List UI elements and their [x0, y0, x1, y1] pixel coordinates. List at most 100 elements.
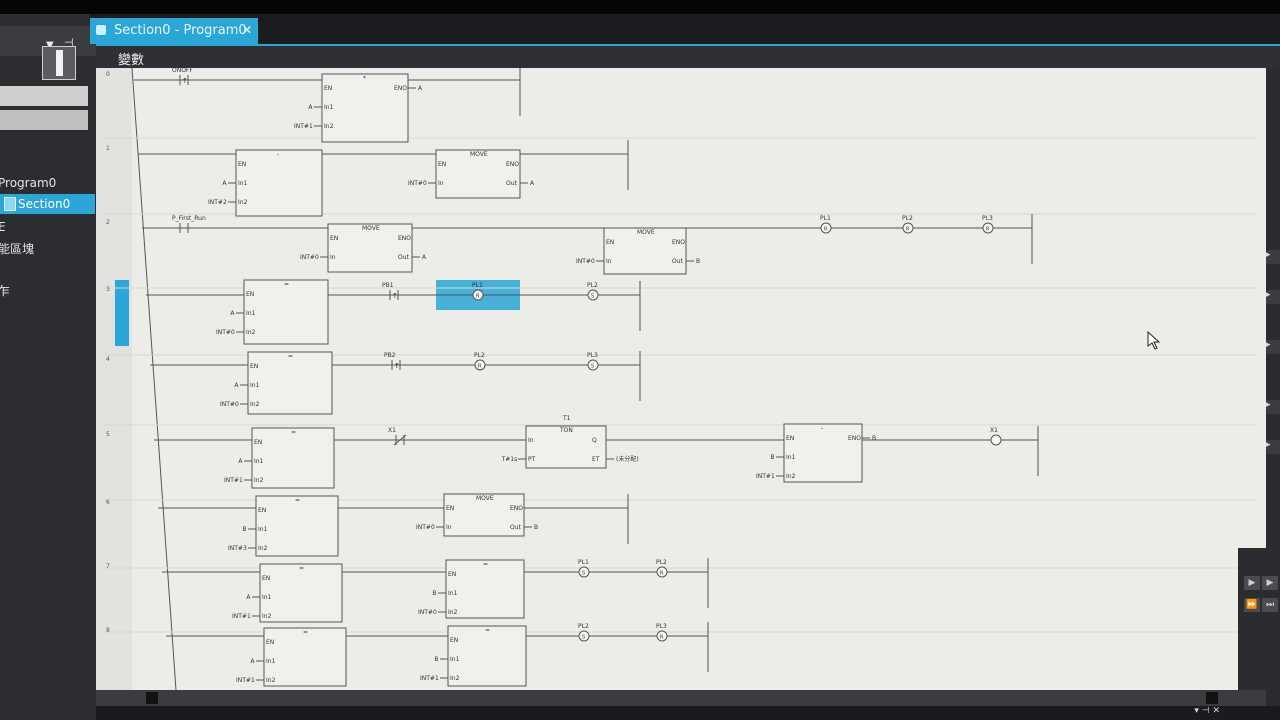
- rung-2-coil-1-mark: R: [906, 227, 910, 233]
- rung-8-block-1-pin: In1: [450, 656, 460, 663]
- rung-2-block-0-out: Out: [398, 254, 410, 261]
- rung-2-block-1-title: MOVE: [637, 229, 655, 236]
- tree-item-section0[interactable]: Section0: [18, 197, 70, 211]
- rung-0-block-0-arg: A: [308, 104, 313, 111]
- dock-tab[interactable]: ▸: [1266, 440, 1280, 454]
- rung-6-block-1-out: ENO: [510, 505, 523, 512]
- rung-7-block-1: [445, 559, 525, 619]
- play-icon[interactable]: ▶: [1244, 576, 1260, 590]
- tree-filter[interactable]: [0, 110, 88, 130]
- rung-8-block-1-pin: EN: [450, 637, 458, 644]
- rung-1-block-0-arg: INT#2: [208, 199, 227, 206]
- rung-6-block-1-result: B: [534, 524, 538, 531]
- rung-3-coil-1-mark: S: [591, 294, 594, 300]
- rung-5-block-0-arg: INT#1: [224, 477, 243, 484]
- rung-5-block-2-pin: In1: [786, 454, 796, 461]
- mouse-cursor-icon: [1147, 330, 1161, 350]
- rung-8-block-0: [263, 627, 347, 687]
- left-power-rail: [131, 68, 177, 690]
- title-bar: [0, 0, 1280, 14]
- step-icon[interactable]: ▶: [1262, 576, 1278, 590]
- variables-bar: 變數: [96, 44, 1280, 70]
- tree-item-task[interactable]: 乍: [0, 282, 10, 299]
- rung-1-block-1-out: Out: [506, 180, 518, 187]
- rung-4-contact-0-edge-mark: ↑: [394, 362, 400, 370]
- rung-8-block-1: [447, 625, 527, 687]
- rung-3-contact-0-edge-mark: ↑: [392, 292, 398, 300]
- rung-5-block-1-pin: In: [528, 437, 534, 444]
- horizontal-scrollbar[interactable]: [96, 690, 1266, 706]
- tab-section0-program0[interactable]: Section0 - Program0 ✕: [90, 18, 258, 44]
- rung-2-block-1-result: B: [696, 258, 700, 265]
- rung-7-coil-1-label: PL2: [656, 559, 667, 566]
- rung-0-block-0-pin: EN: [324, 85, 332, 92]
- rung-1-block-1-title: MOVE: [470, 151, 488, 158]
- scroll-right-button[interactable]: [1206, 692, 1218, 704]
- rung-8-block-0-arg: A: [250, 658, 255, 665]
- rung-8-block-0-pin: In1: [266, 658, 276, 665]
- rung-5-block-2-pin: EN: [786, 435, 794, 442]
- rung-6-block-1-arg: INT#0: [416, 524, 435, 531]
- rung-6-block-0-title: =: [295, 497, 300, 504]
- rung-8-block-0-pin: In2: [266, 677, 276, 684]
- tree-item-function-block[interactable]: 能區塊: [0, 240, 34, 257]
- rung-6-block-0: [255, 495, 339, 557]
- rung-7-coil-0-label: PL1: [578, 559, 589, 566]
- rung-7-block-0-pin: EN: [262, 575, 270, 582]
- rung-7-block-0-arg: INT#1: [232, 613, 251, 620]
- rung-4-block-0: [247, 351, 333, 415]
- rung-4-contact-0-label: PB2: [384, 352, 396, 359]
- rung-3-block-0-title: =: [284, 281, 289, 288]
- rung-5-block-1-out: ET: [592, 456, 600, 463]
- dock-tab[interactable]: ▸: [1266, 340, 1280, 354]
- panel-icon: [56, 50, 63, 76]
- rung-2-block-1-pin: EN: [606, 239, 614, 246]
- rung-7-block-0-arg: A: [246, 594, 251, 601]
- dock-tab[interactable]: ▸: [1266, 400, 1280, 414]
- rung-4-block-0-pin: In2: [250, 401, 260, 408]
- scroll-left-button[interactable]: [146, 692, 158, 704]
- skip-icon[interactable]: ⏭: [1262, 598, 1278, 612]
- rung-8-block-1-title: =: [485, 627, 490, 634]
- rung-5-block-1-title: TON: [559, 427, 573, 434]
- rung-4-coil-1-label: PL3: [587, 352, 598, 359]
- rung-2-block-0-pin: In: [330, 254, 336, 261]
- variables-toggle[interactable]: 變數: [118, 49, 144, 68]
- rung-1-block-0-pin: In2: [238, 199, 248, 206]
- ladder-svg[interactable]: 0*ENIn1AIn2INT#1ENO A↑ONOFF1-ENIn1AIn2INT…: [96, 68, 1266, 690]
- rung-4-block-0-pin: EN: [250, 363, 258, 370]
- rung-7-block-1-pin: EN: [448, 571, 456, 578]
- tree-item-e[interactable]: E: [0, 220, 6, 234]
- rung-2-block-1-out: ENO: [672, 239, 685, 246]
- rung-2-block-1-out: Out: [672, 258, 684, 265]
- tree-item-program0[interactable]: Program0: [0, 176, 56, 190]
- project-tree-panel: ▼ ⊣ Program0 Section0 E 能區塊 乍: [0, 14, 96, 720]
- rung-4-block-0-arg: A: [234, 382, 239, 389]
- rung-2-contact-0-label: P_First_Run: [172, 215, 206, 222]
- status-bar: ▾ ⊣ ✕: [96, 706, 1280, 720]
- rung-7-block-1-pin: In1: [448, 590, 458, 597]
- rung-5-coil-0-label: X1: [990, 427, 998, 434]
- fast-forward-icon[interactable]: ⏩: [1244, 598, 1260, 612]
- rung-2-number: 2: [106, 219, 110, 226]
- rung-4-coil-1-mark: S: [591, 364, 594, 370]
- close-icon[interactable]: ✕: [242, 23, 252, 37]
- rung-3-block-0-pin: EN: [246, 291, 254, 298]
- rung-8-coil-0-label: PL2: [578, 623, 589, 630]
- rung-5-block-1-instance: T1: [562, 415, 571, 422]
- window-controls-icon[interactable]: ▾ ⊣ ✕: [1194, 706, 1220, 716]
- rung-5-block-1-out: Q: [592, 437, 597, 444]
- rung-3-block-0: [243, 279, 329, 345]
- rung-6-block-1-pin: EN: [446, 505, 454, 512]
- tree-toolbar: [0, 86, 88, 106]
- dock-tab[interactable]: ▸: [1266, 290, 1280, 304]
- rung-3-coil-1-label: PL2: [587, 282, 598, 289]
- rung-6-block-1-pin: In: [446, 524, 452, 531]
- rung-4-number: 4: [106, 356, 110, 363]
- rung-5-block-0-title: =: [291, 429, 296, 436]
- rung-6-block-0-arg: INT#3: [228, 545, 247, 552]
- rung-2-block-0-pin: EN: [330, 235, 338, 242]
- dock-tab[interactable]: ▸: [1266, 250, 1280, 264]
- ladder-editor[interactable]: 0 * EN In1 A In2 INT#1 ENO A ↑ ONOFF 1- EN In1 A In2 INT…: [96, 68, 1266, 690]
- collapse-button[interactable]: [42, 46, 76, 80]
